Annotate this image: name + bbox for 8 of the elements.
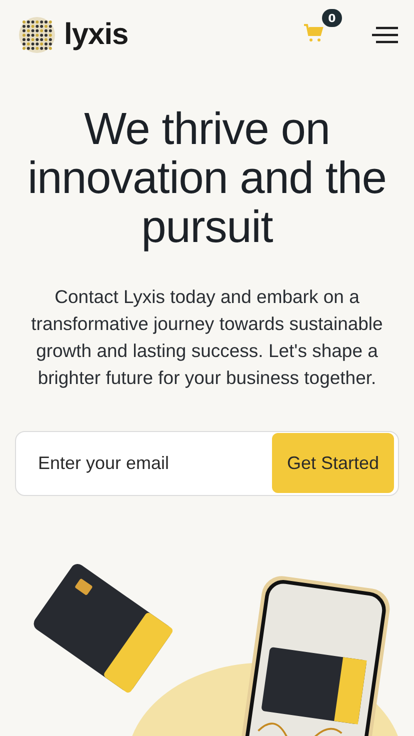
- menu-button[interactable]: [372, 25, 398, 45]
- email-input[interactable]: Enter your email: [36, 452, 272, 475]
- get-started-button[interactable]: Get Started: [272, 433, 394, 494]
- hero-heading: We thrive on innovation and the pursuit: [26, 104, 388, 251]
- globe-logo-icon: [18, 16, 56, 54]
- hero-text: Contact Lyxis today and embark on a transformative journey towards sustainable growth and lasting success. Let's shape a brighter future for your business together.: [30, 285, 384, 390]
- brand-name: lyxis: [64, 18, 128, 52]
- cart-count-badge: 0: [322, 9, 342, 27]
